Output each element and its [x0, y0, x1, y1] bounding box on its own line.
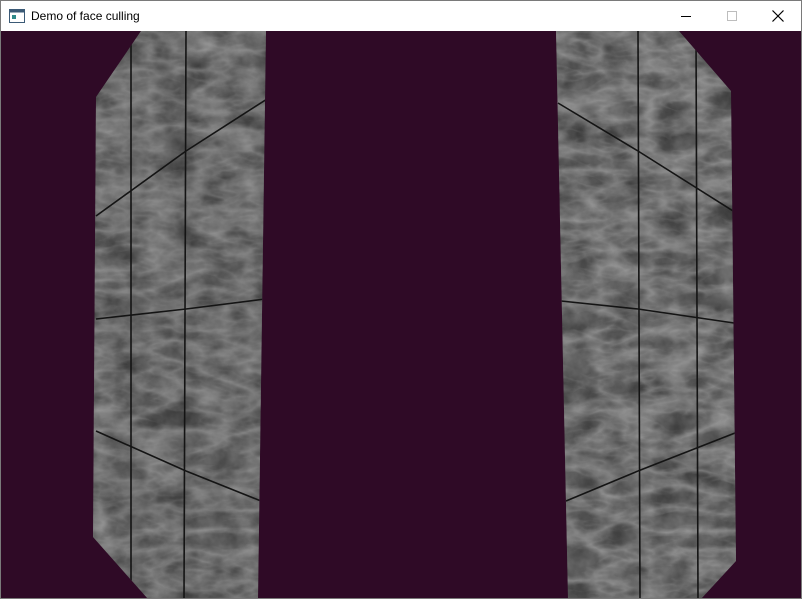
maximize-button[interactable] [709, 1, 755, 31]
title-bar[interactable]: Demo of face culling [1, 1, 801, 31]
right-marble-pillar [556, 31, 736, 598]
left-marble-pillar [93, 31, 266, 598]
application-window: Demo of face culling [0, 0, 802, 599]
window-title: Demo of face culling [31, 9, 140, 23]
minimize-icon [681, 16, 691, 17]
close-button[interactable] [755, 1, 801, 31]
app-icon [9, 8, 25, 24]
render-viewport[interactable] [1, 31, 801, 598]
scene-canvas [1, 31, 801, 598]
window-controls [663, 1, 801, 31]
minimize-button[interactable] [663, 1, 709, 31]
maximize-icon [727, 11, 737, 21]
close-icon [772, 10, 784, 22]
